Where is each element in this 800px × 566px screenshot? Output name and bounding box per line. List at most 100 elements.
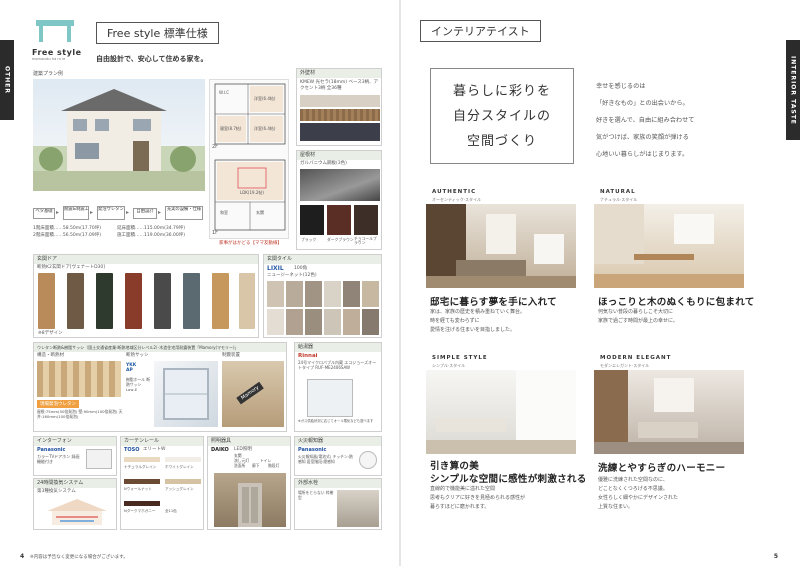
faucet-section: 外部水栓 場所をとらない 枠樹型 — [294, 478, 382, 530]
side-tab-other: OTHER — [0, 40, 14, 120]
style-sub-natural: ナチュラル·スタイル — [600, 197, 638, 202]
housework-note: 家事がはかどる【ママ友動線】 — [219, 241, 282, 246]
intro-line-4: 気がつけば、家族の笑顔が弾ける — [596, 134, 689, 141]
authentic-body-1: 家は、家族の歴史を積み重ねていく舞台。 — [430, 309, 526, 315]
smoke-detector-icon — [359, 451, 377, 469]
insulation-sub1: 構造・断熱材 — [37, 353, 64, 358]
area-floor2: 2階床面積……56.50m(17.09坪) — [33, 233, 102, 238]
page-gutter — [399, 0, 401, 566]
feature-3: 発泡ウレタン断熱 — [97, 206, 125, 220]
water-heater-note: ※ガス供給状況に応じてオール電化なども選べます — [298, 419, 374, 423]
curtain-model: エリートW — [143, 447, 166, 452]
faucet-desc: 場所をとらない 枠樹型 — [298, 490, 334, 500]
tile-swatches — [267, 281, 379, 335]
curtain-section: カーテンレール TOSO エリートW ナチュラルグレイン ホワイトグレイン Nウ… — [120, 436, 204, 530]
door-sample — [183, 273, 200, 329]
curtain-brand: TOSO — [124, 447, 140, 453]
rail-swatch — [124, 457, 160, 462]
room-western-2: 洋室(6.4帖) — [254, 126, 276, 131]
faucet-photo — [337, 490, 379, 527]
room-western-1: 洋室(6.4帖) — [254, 96, 276, 101]
curtain-count: 全11色 — [165, 509, 177, 513]
lighting-place-5: 廊下 — [252, 463, 260, 468]
lighting-title: 照明器具 — [208, 437, 290, 446]
style-heading-simple: 引き算の美 — [430, 461, 480, 472]
insulation-title: ウレタン断熱&樹脂サッシ（国土交通省産業·断熱地域区分レベル2）·木造住宅用耐震… — [34, 343, 286, 352]
hero-line-3: 空間づくり — [466, 134, 537, 149]
intercom-brand: Panasonic — [37, 447, 66, 453]
exterior-wall-title: 外壁材 — [297, 69, 381, 78]
alarm-section: 火災報知器 Panasonic 火災報知器(電池式) キッチン:熱感知 居室階段… — [294, 436, 382, 476]
authentic-body-2: 時を経ても変わらずに — [430, 318, 480, 324]
simple-body-2: 思考もクリアに好きを見極められる感性が — [430, 495, 526, 501]
intro-text: 幸せを感じるのは 「好きなもの」との出会いから。 好きを選んで、自由に組み合わせ… — [596, 78, 694, 163]
hero-line-2: 自分スタイルの — [452, 109, 551, 124]
exterior-wall-section: 外壁材 KMEW 光セラ(18mm) ベース3柄、アクセント3柄 全36種 — [296, 68, 382, 146]
door-sample — [239, 273, 255, 329]
roof-photo — [300, 169, 380, 201]
ventilation-section: 24時間換気システム 第3種換気システム — [33, 478, 117, 530]
natural-body-1: 何気ない普段の暮らしこそ大切に — [598, 309, 674, 315]
room-ldk: LDK(19.2帖) — [240, 190, 264, 195]
door-sample — [67, 273, 84, 329]
door-section: 玄関ドア 断熱K2玄関ドア[ヴェナートD30] ※8デザイン — [33, 254, 259, 338]
insulation-photo — [37, 361, 121, 397]
door-sample — [125, 273, 142, 329]
mamory-label: Mamory — [236, 381, 265, 405]
curtain-color-2: ホワイトグレイン — [165, 465, 194, 469]
lighting-photo — [214, 473, 286, 527]
urethane-badge: 現場発泡ウレタン — [37, 400, 79, 408]
feature-4: 自由設計 — [133, 208, 157, 219]
curtain-color-4: アッシュグレイン — [165, 487, 194, 491]
roof-color-2: ダークブラウン — [327, 237, 354, 242]
hero-line-1: 暮らしに彩りを — [452, 84, 551, 99]
area-floor1: 1階床面積……58.50m(17.70坪) — [33, 226, 102, 231]
floor-1f-label: 1F — [212, 230, 219, 236]
sash-brand: YKK AP — [126, 363, 137, 373]
sash-desc: 樹脂ホール 断熱サッシ Low-E — [126, 377, 150, 392]
modern-body-4: 上質な住まい。 — [598, 504, 634, 510]
modern-body-3: 女性らしく細やかにデザインされた — [598, 495, 679, 501]
footnote: ※内容は予告なく変更になる場合がございます。 — [30, 555, 128, 560]
door-sample — [154, 273, 171, 329]
intercom-section: インターフォン Panasonic カラーTVドアホン 録画機能付き — [33, 436, 117, 476]
curtain-color-1: ナチュラルグレイン — [124, 465, 157, 469]
simple-photo — [426, 370, 576, 454]
style-sub-modern: モダンエレガント·スタイル — [600, 363, 650, 368]
insulation-thickness: 屋根:75mm(50倍発泡) 壁:90mm(100倍発泡) 天井:160mm(1… — [37, 409, 123, 419]
arrow-icon: ▸ — [158, 209, 162, 216]
curtain-color-3: Nウォールナット — [124, 487, 152, 491]
sash-photo — [154, 361, 218, 427]
logo-text: Free style — [32, 48, 82, 57]
logo-sub: momoroku ha ru ie — [32, 57, 66, 61]
style-tag-authentic: AUTHENTIC — [432, 189, 477, 195]
style-heading2-simple: シンプルな空間に感性が刺激される — [430, 474, 587, 485]
door-desc: 断熱K2玄関ドア[ヴェナートD30] — [37, 265, 106, 270]
intro-line-5: 心地いい暮らしがはじまります。 — [596, 151, 689, 158]
water-heater-section: 給湯器 Rinnai 24号マイクロバブル内蔵 エコジョーズオートタイプ RUF… — [294, 342, 382, 432]
arrow-icon: ▸ — [56, 209, 60, 216]
feature-1: ベタ基礎 — [33, 208, 55, 219]
roof-color-3: チョコールブラウン — [354, 236, 377, 245]
tile-count: 100角 — [294, 266, 308, 271]
floor-plan: 2F 1F W.I.C 洋室(6.4帖) 寝室(8.7帖) 洋室(6.4帖) L… — [209, 79, 289, 239]
exterior-wall-desc: KMEW 光セラ(18mm) ベース3柄、アクセント3柄 全36種 — [300, 80, 379, 91]
tile-brand: LIXIL — [267, 265, 284, 272]
intercom-title: インターフォン — [34, 437, 116, 446]
wall-swatch — [300, 95, 380, 107]
roof-section: 屋根材 ガルバニウム鋼板(3色) ブラック ダークブラウン チョコールブラウン — [296, 150, 382, 250]
style-tag-simple: SIMPLE STYLE — [432, 355, 488, 361]
catalog-spread: OTHER Free style momoroku ha ru ie Free … — [0, 0, 800, 566]
room-bedroom: 寝室(8.7帖) — [220, 126, 242, 131]
wall-swatch — [300, 109, 380, 121]
authentic-photo — [426, 204, 576, 288]
intercom-photo — [86, 449, 112, 469]
mamory-photo: Mamory — [222, 361, 284, 427]
model-plan-section: 建築プラン例 2F 1F W.I.C 洋室(6.4帖) 寝室(8.7帖) 洋室(… — [33, 70, 289, 250]
roof-desc: ガルバニウム鋼板(3色) — [300, 161, 347, 166]
lighting-brand: DAIKO — [211, 447, 229, 453]
house-exterior-photo — [33, 79, 205, 191]
simple-body-3: 暮らすほどに磨かれます。 — [430, 504, 490, 510]
feature-2: 耐震&制震工法 — [63, 206, 89, 220]
ventilation-title: 24時間換気システム — [34, 479, 116, 488]
